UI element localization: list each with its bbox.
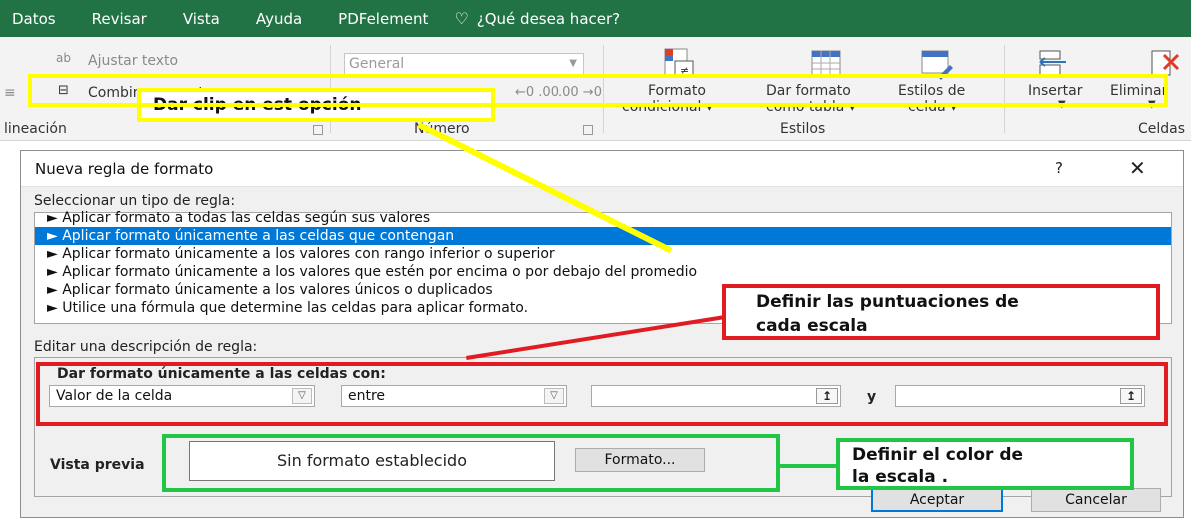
- annotation-line: Definir el color de: [852, 445, 1024, 465]
- tab-revisar[interactable]: Revisar: [78, 10, 169, 28]
- tab-datos[interactable]: Datos: [0, 10, 78, 28]
- lightbulb-icon: ♡: [454, 9, 469, 28]
- chevron-down-icon: ▼: [569, 58, 577, 69]
- list-item[interactable]: ► Aplicar formato únicamente a los valor…: [35, 263, 1171, 281]
- annotation-define-color: Definir el color de la escala .: [836, 438, 1134, 490]
- annotation-line: Definir las puntuaciones de: [756, 292, 1019, 312]
- cancel-button[interactable]: Cancelar: [1031, 488, 1161, 512]
- tab-pdfelement[interactable]: PDFelement: [324, 10, 450, 28]
- tell-me-search[interactable]: ¿Qué desea hacer?: [477, 10, 620, 28]
- ribbon-tab-bar: Datos Revisar Vista Ayuda PDFelement ♡ ¿…: [0, 0, 1191, 37]
- preview-label: Vista previa: [50, 457, 145, 473]
- annotation-highlight-values: [36, 362, 1168, 426]
- list-item[interactable]: ► Aplicar formato únicamente a los valor…: [35, 245, 1171, 263]
- annotation-highlight-preview: [162, 434, 780, 492]
- green-connector-line: [780, 464, 837, 468]
- group-label-cells: Celdas: [1138, 121, 1186, 137]
- close-icon[interactable]: ✕: [1129, 156, 1146, 180]
- group-label-alignment: lineación: [4, 121, 67, 137]
- wrap-text-button[interactable]: Ajustar texto: [88, 53, 178, 69]
- dialog-title: Nueva regla de formato: [35, 160, 214, 178]
- ok-button[interactable]: Aceptar: [871, 488, 1003, 512]
- number-format-select[interactable]: General ▼: [344, 53, 584, 75]
- alignment-launcher-icon[interactable]: [313, 125, 323, 135]
- annotation-define-scores: Definir las puntuaciones de cada escala: [722, 284, 1160, 340]
- annotation-line: cada escala: [756, 316, 868, 336]
- number-launcher-icon[interactable]: [583, 125, 593, 135]
- annotation-highlight-selected-rule: [28, 74, 1168, 107]
- align-left-icon[interactable]: ≡: [4, 85, 16, 101]
- tab-vista[interactable]: Vista: [169, 10, 242, 28]
- help-button[interactable]: ?: [1055, 159, 1063, 177]
- edit-description-label: Editar una descripción de regla:: [34, 339, 258, 355]
- select-rule-type-label: Seleccionar un tipo de regla:: [34, 193, 236, 209]
- number-format-value: General: [349, 56, 405, 72]
- dialog-title-bar: Nueva regla de formato ? ✕: [21, 151, 1183, 187]
- wrap-text-icon[interactable]: ab: [56, 51, 71, 65]
- annotation-line: la escala .: [852, 467, 949, 487]
- tab-ayuda[interactable]: Ayuda: [242, 10, 324, 28]
- group-label-styles: Estilos: [780, 121, 826, 137]
- list-item-selected[interactable]: ► Aplicar formato únicamente a las celda…: [35, 227, 1171, 245]
